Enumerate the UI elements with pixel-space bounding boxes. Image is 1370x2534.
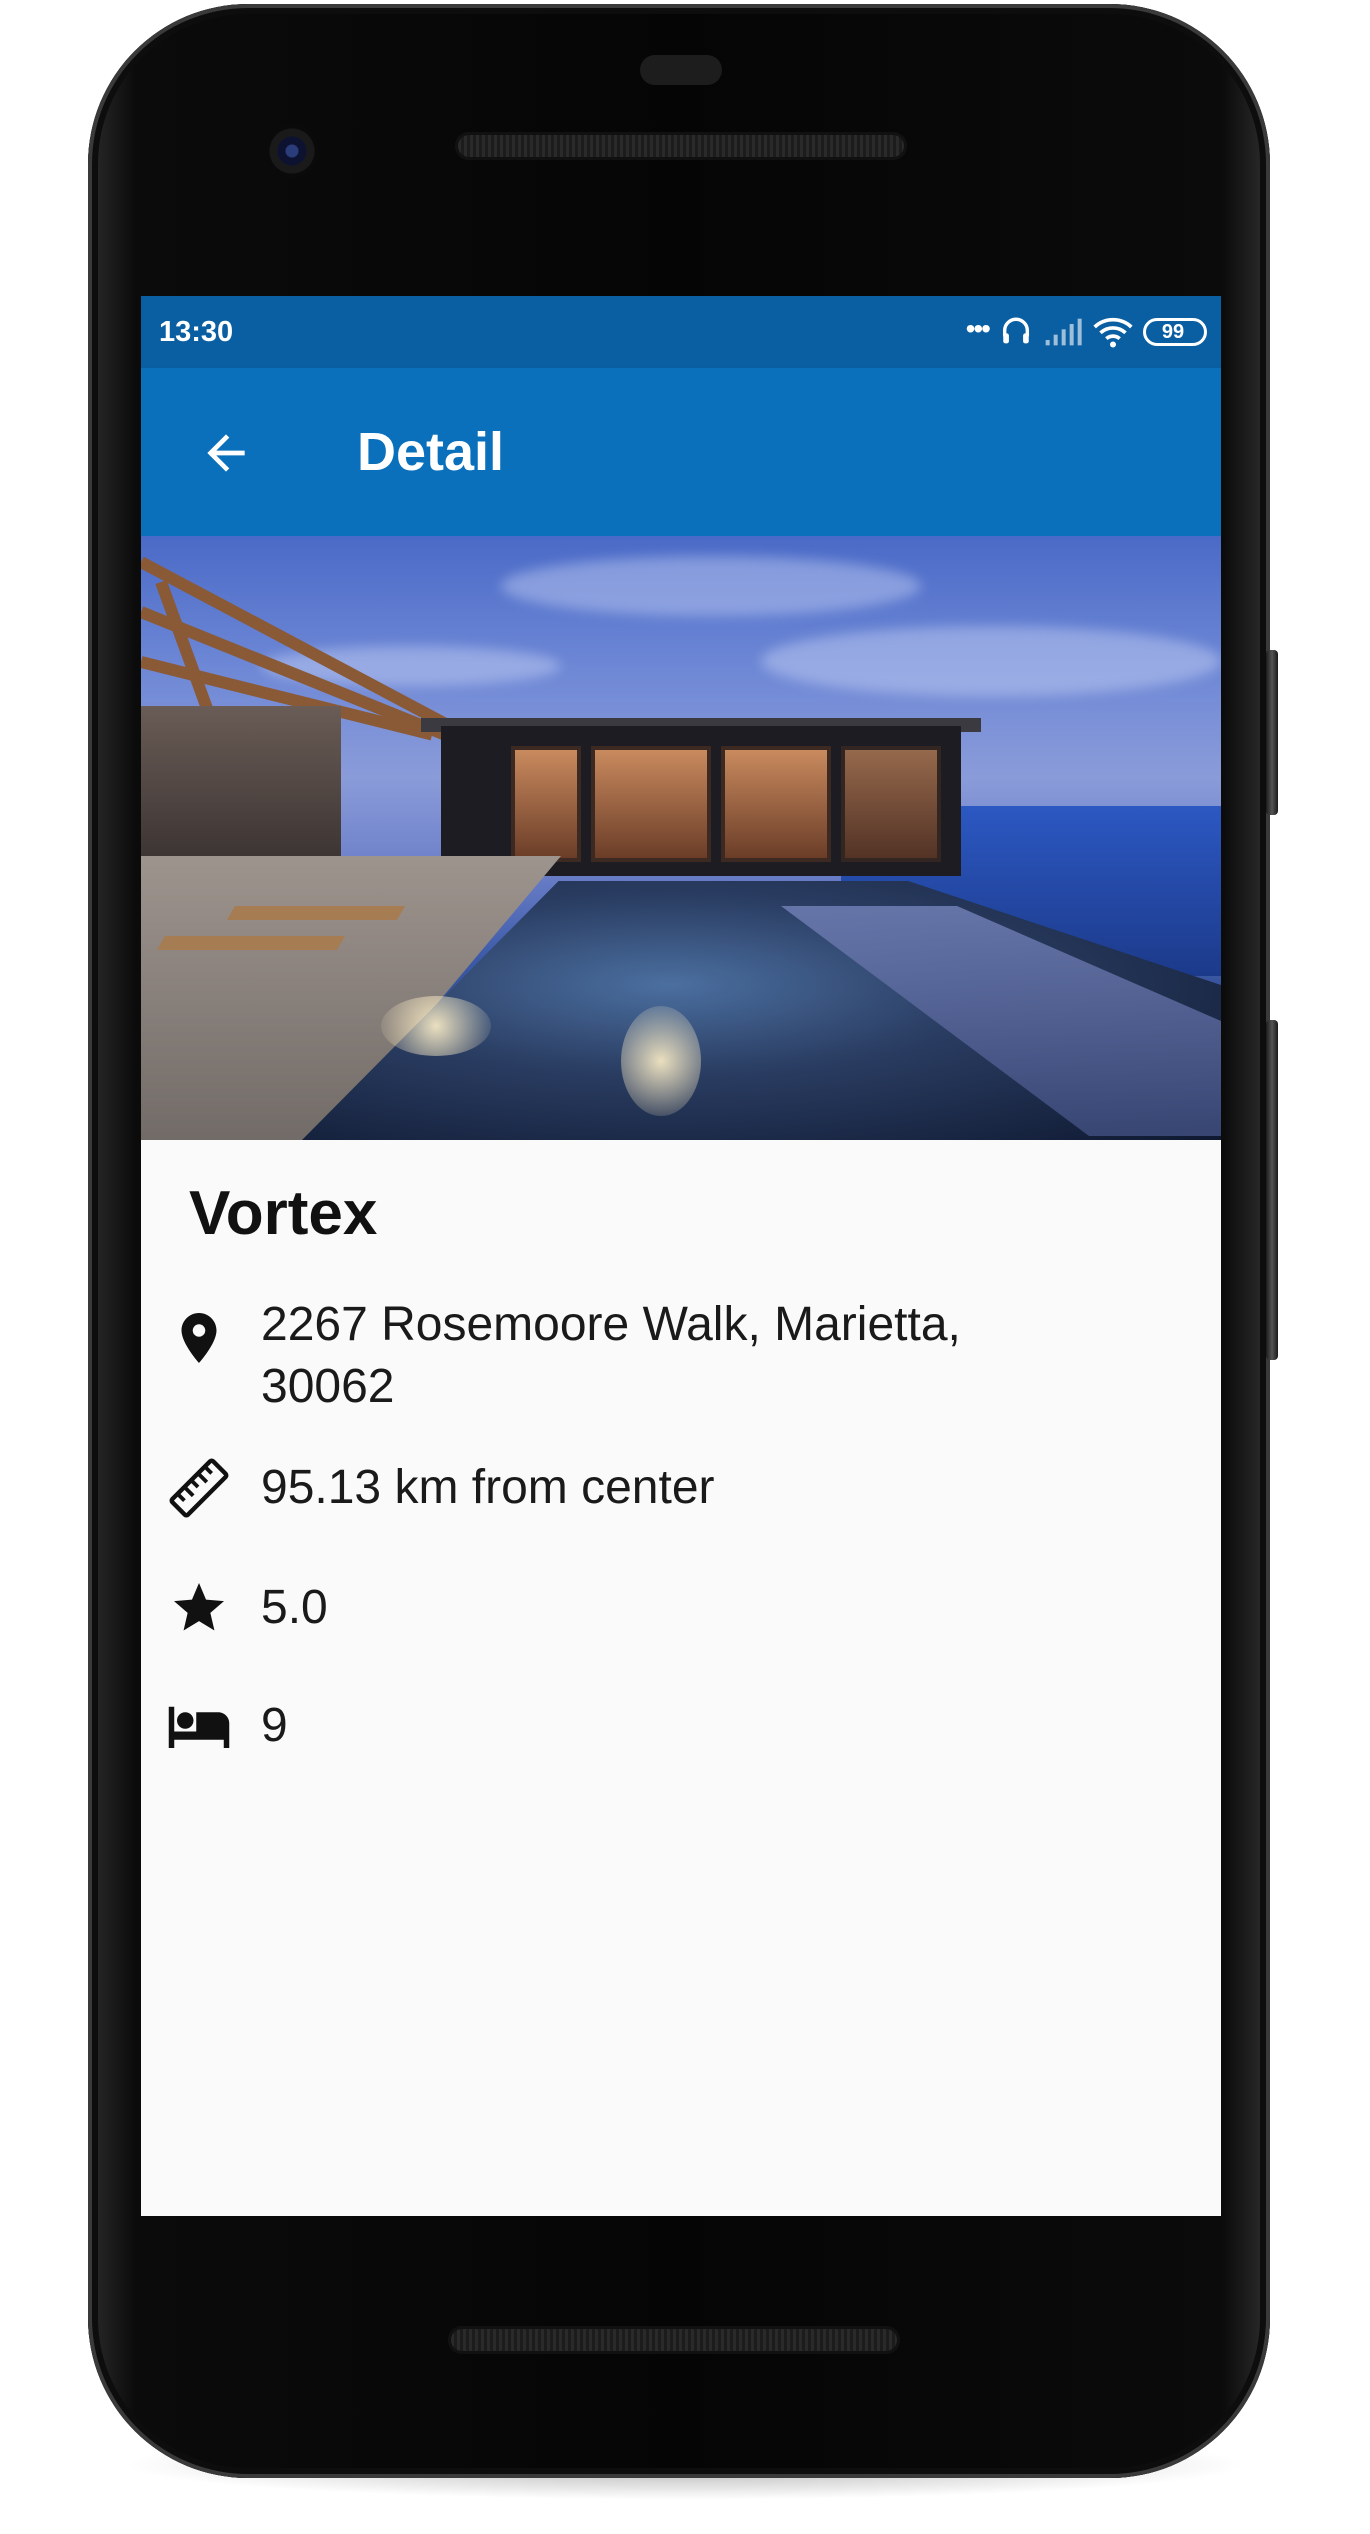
star-icon <box>163 1572 235 1644</box>
address-text: 2267 Rosemoore Walk, Marietta, 30062 <box>261 1294 1161 1418</box>
bottom-speaker-grille <box>448 2326 900 2354</box>
volume-button <box>1266 1020 1278 1360</box>
page-title: Detail <box>357 422 505 482</box>
hotel-photo <box>141 536 1221 1140</box>
address-line-1: 2267 Rosemoore Walk, Marietta, <box>261 1298 961 1351</box>
top-speaker-grille <box>455 132 907 160</box>
status-bar: 13:30 ••• 99 <box>141 296 1221 368</box>
rating-row: 5.0 <box>141 1572 1221 1652</box>
status-time: 13:30 <box>159 316 234 348</box>
screen: 13:30 ••• 99 Detail Vortex 2267 Rosemoor… <box>141 296 1221 2216</box>
battery-icon: 99 <box>1143 318 1207 346</box>
address-line-2: 30062 <box>261 1360 395 1413</box>
battery-level: 99 <box>1161 320 1185 343</box>
distance-text: 95.13 km from center <box>261 1461 715 1514</box>
signal-icon <box>1045 318 1082 346</box>
address-row: 2267 Rosemoore Walk, Marietta, 30062 <box>141 1290 1221 1430</box>
hotel-name: Vortex <box>189 1179 378 1248</box>
wifi-icon <box>1093 317 1133 348</box>
distance-row: 95.13 km from center <box>141 1452 1221 1532</box>
app-bar: Detail <box>141 368 1221 536</box>
beds-row: 9 <box>141 1690 1221 1770</box>
beds-text: 9 <box>261 1699 288 1752</box>
status-icons: ••• 99 <box>966 312 1207 352</box>
location-pin-icon <box>163 1302 235 1374</box>
headset-icon <box>1002 317 1030 344</box>
back-button[interactable] <box>181 408 271 498</box>
earpiece <box>640 55 722 85</box>
arrow-left-icon <box>207 434 245 472</box>
bed-icon <box>163 1690 235 1762</box>
ruler-icon <box>163 1452 235 1524</box>
rating-text: 5.0 <box>261 1581 328 1634</box>
power-button <box>1266 650 1278 815</box>
more-dots-icon: ••• <box>965 313 991 344</box>
front-camera <box>265 124 319 178</box>
